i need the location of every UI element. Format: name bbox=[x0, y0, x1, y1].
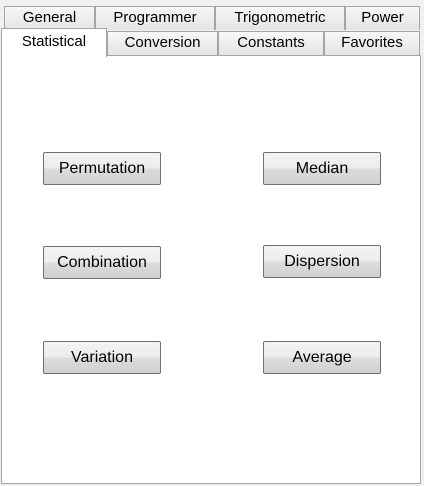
calculator-function-window: General Programmer Trigonometric Power S… bbox=[0, 0, 424, 486]
tab-statistical[interactable]: Statistical bbox=[1, 28, 107, 57]
tab-trigonometric-label: Trigonometric bbox=[234, 9, 326, 26]
tab-statistical-label: Statistical bbox=[21, 33, 87, 50]
tab-general-label: General bbox=[22, 9, 77, 26]
tab-constants[interactable]: Constants bbox=[218, 31, 324, 55]
dispersion-button[interactable]: Dispersion bbox=[263, 245, 381, 278]
combination-button[interactable]: Combination bbox=[43, 246, 161, 279]
tab-general[interactable]: General bbox=[4, 6, 95, 30]
statistical-panel: Permutation Median Combination Dispersio… bbox=[1, 55, 421, 484]
average-button[interactable]: Average bbox=[263, 341, 381, 374]
tab-favorites-label: Favorites bbox=[341, 34, 403, 51]
tab-programmer[interactable]: Programmer bbox=[95, 6, 215, 30]
tab-constants-label: Constants bbox=[237, 34, 305, 51]
tab-favorites[interactable]: Favorites bbox=[324, 31, 420, 55]
tab-conversion-label: Conversion bbox=[124, 34, 201, 51]
variation-button[interactable]: Variation bbox=[43, 341, 161, 374]
tab-power[interactable]: Power bbox=[345, 6, 420, 30]
tab-programmer-label: Programmer bbox=[113, 9, 197, 26]
median-button[interactable]: Median bbox=[263, 152, 381, 185]
tab-conversion[interactable]: Conversion bbox=[107, 31, 218, 55]
permutation-button[interactable]: Permutation bbox=[43, 152, 161, 185]
tab-trigonometric[interactable]: Trigonometric bbox=[215, 6, 345, 30]
tab-power-label: Power bbox=[361, 9, 404, 26]
